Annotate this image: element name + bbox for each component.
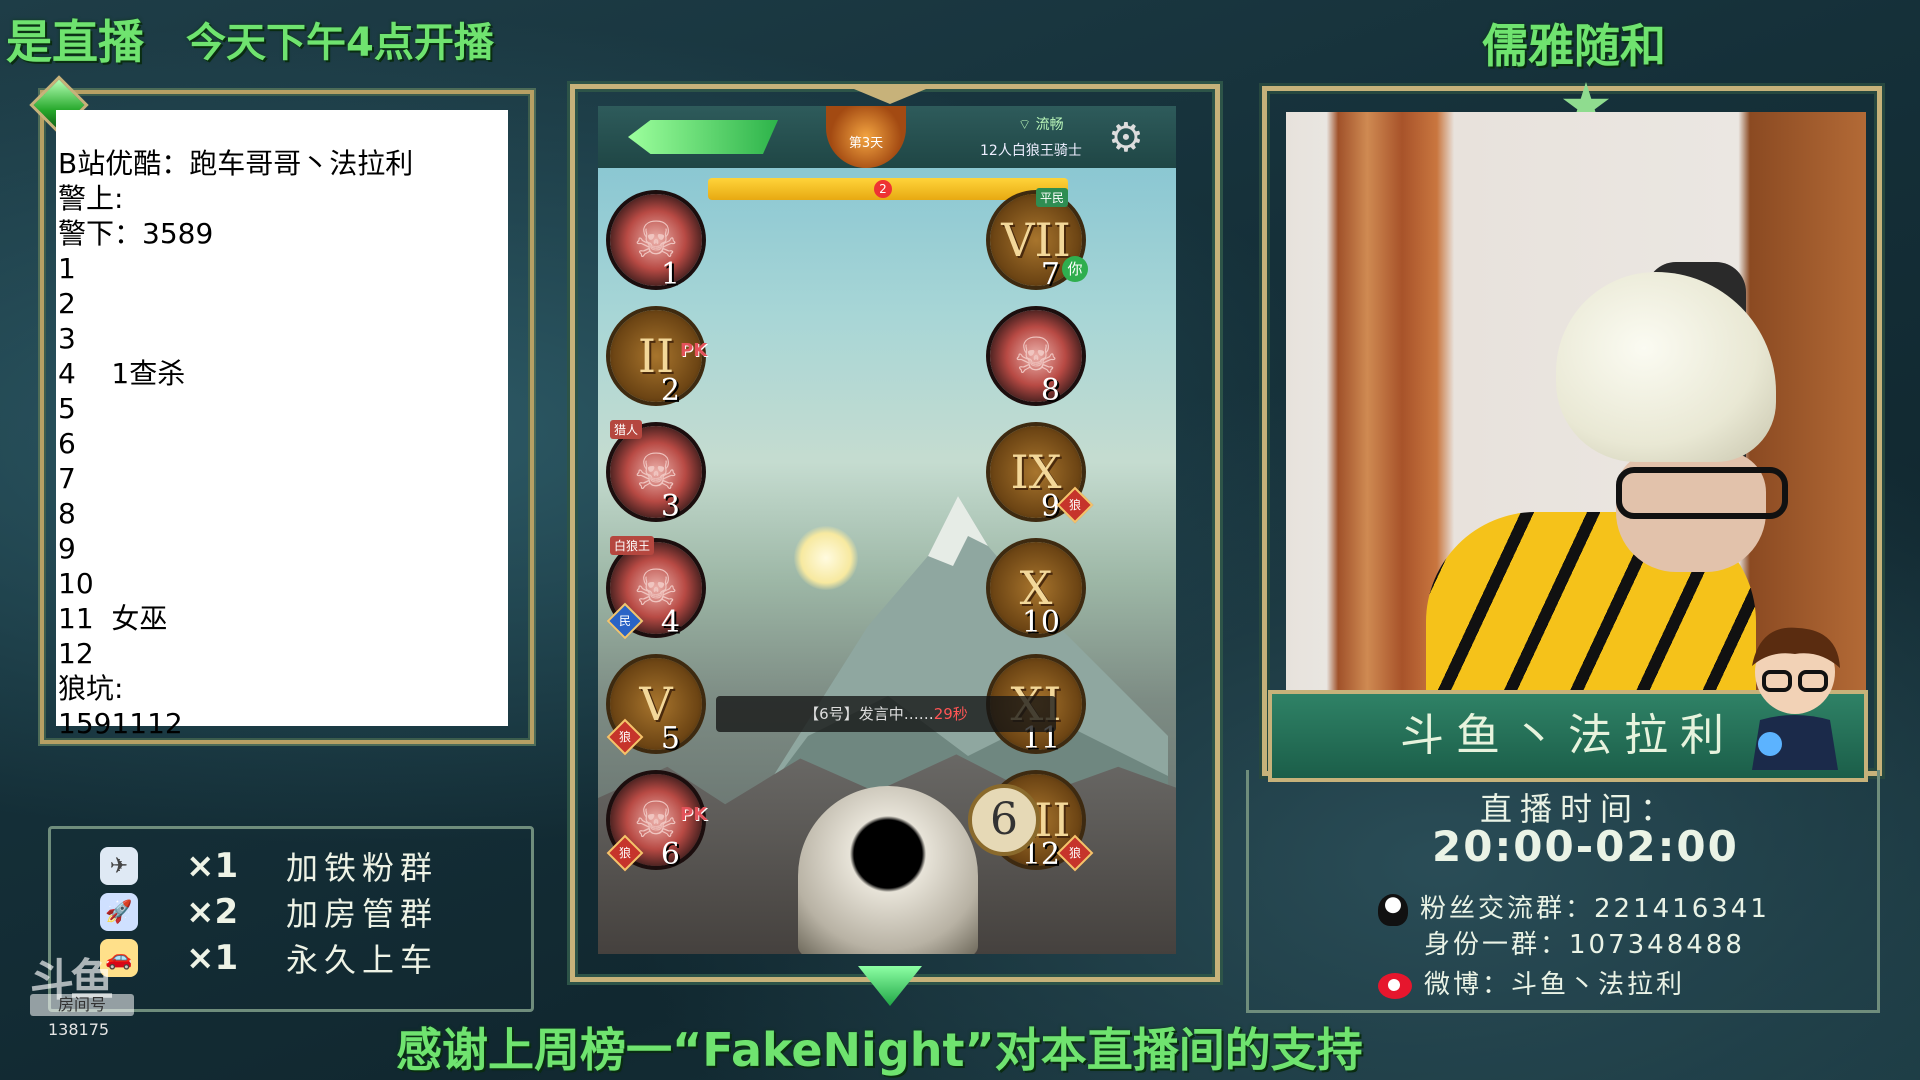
badge-text: 狼 <box>618 729 632 744</box>
notes-line: 8 <box>58 497 76 530</box>
player-seat-7[interactable]: VII 7 平民你 <box>990 188 1088 292</box>
qq-icon <box>1378 893 1408 926</box>
notes-line: 狼坑: <box>58 672 124 705</box>
notes-panel: B站优酷：跑车哥哥丶法拉利 警上: 警下：3589 1 2 3 4 1查杀 5 6 7 8 9 10 11… <box>56 110 508 740</box>
notes-line: 4 1查杀 <box>58 357 186 390</box>
status-gem-bar <box>628 120 778 154</box>
progress-marker: 2 <box>874 180 892 198</box>
gift-label: 永久上车 <box>286 941 439 979</box>
wifi-icon: ⌔ <box>1018 117 1032 133</box>
notes-line: 1591112 <box>58 707 183 740</box>
gear-icon[interactable]: ⚙ <box>1108 118 1148 158</box>
pk-badge: PK <box>680 804 708 825</box>
pk-badge: PK <box>680 340 708 361</box>
badge-text: 狼 <box>1068 497 1082 512</box>
schedule-text: 今天下午4点开播 <box>186 20 494 66</box>
seat-number: 5 <box>660 721 680 756</box>
seat-roman-numeral: VII <box>1001 213 1071 267</box>
seat-number: 6 <box>660 837 680 872</box>
player-seat-2[interactable]: II 2 PK <box>610 310 707 408</box>
notes-line: 10 <box>58 567 94 600</box>
weibo-text: 微博：斗鱼丶法拉利 <box>1424 970 1686 1000</box>
room-tag: 房间号 <box>30 994 134 1016</box>
notes-line: 1 <box>58 252 76 285</box>
role-tag: 平民 <box>1036 188 1069 207</box>
cartoon-avatar-icon <box>1752 627 1840 770</box>
id-group-row: 身份一群：107348488 <box>1424 924 1745 961</box>
player-seat-10[interactable]: X 10 <box>990 542 1082 640</box>
notes-line: 2 <box>58 287 76 320</box>
player-seat-9[interactable]: IX 9 狼 <box>990 426 1094 524</box>
gift-row: 🚀 ×2 加房管群 <box>100 890 438 934</box>
speaking-status-bar: 【6号】发言中……29秒 <box>716 696 1056 732</box>
notes-line: 警下：3589 <box>58 217 214 250</box>
weibo-icon <box>1378 972 1412 999</box>
player-seat-6[interactable]: ☠ 6 PK 狼 <box>606 774 707 872</box>
notes-line: B站优酷：跑车哥哥丶法拉利 <box>58 147 414 180</box>
fan-group-text: 粉丝交流群：221416341 <box>1420 894 1770 924</box>
notes-line: 6 <box>58 427 76 460</box>
player-seat-8[interactable]: ☠ 8 <box>990 310 1082 408</box>
id-group-text: 身份一群：107348488 <box>1424 930 1745 960</box>
seat-number: 3 <box>660 489 680 524</box>
seat-number: 1 <box>660 257 680 292</box>
webcam-view <box>1286 112 1866 690</box>
gift-label: 加房管群 <box>286 895 439 933</box>
hooded-figure-image <box>798 786 978 954</box>
gift-multiplier: ×2 <box>186 892 239 932</box>
thanks-banner: 感谢上周榜一“FakeNight”对本直播间的支持 <box>396 1023 1363 1077</box>
player-seat-4[interactable]: ☠ 4 白狼王民 <box>606 536 702 640</box>
gem-down-icon <box>858 966 922 1006</box>
seat-number: 8 <box>1040 373 1060 408</box>
rocket-icon: 🚀 <box>100 893 138 931</box>
player-seat-1[interactable]: ☠ 1 <box>610 194 702 292</box>
badge-text: 狼 <box>618 845 632 860</box>
gift-multiplier: ×1 <box>186 938 239 978</box>
notes-line: 9 <box>58 532 76 565</box>
seat-number: 4 <box>660 605 680 640</box>
seat-number: 10 <box>1021 605 1060 640</box>
role-tag: 猎人 <box>610 420 643 439</box>
room-number: 138175 <box>48 1020 110 1039</box>
fan-group-row: 粉丝交流群：221416341 <box>1378 888 1770 926</box>
stream-time: 20:00-02:00 <box>1432 822 1739 871</box>
seat-number: 7 <box>1040 257 1060 292</box>
seat-number: 2 <box>660 373 680 408</box>
notes-line: 7 <box>58 462 76 495</box>
hair-image <box>1556 272 1776 462</box>
gift-label: 加铁粉群 <box>286 849 439 887</box>
you-badge: 你 <box>1062 256 1088 282</box>
weibo-row: 微博：斗鱼丶法拉利 <box>1378 964 1685 1001</box>
role-tag: 白狼王 <box>610 536 655 555</box>
player-seat-5[interactable]: V5狼 <box>606 658 702 756</box>
streamer-image <box>1426 272 1788 690</box>
network-status-text: 流畅 <box>1035 117 1064 133</box>
badge-text: 民 <box>618 613 632 628</box>
network-status: ⌔ 流畅 <box>1018 114 1064 134</box>
game-mode-label: 12人白狼王骑士 <box>980 143 1082 159</box>
gift-multiplier: ×1 <box>186 846 239 886</box>
wolf-badge: 狼 <box>606 718 644 756</box>
gift-row: 🚗 ×1 永久上车 <box>100 936 438 980</box>
gift-row: ✈ ×1 加铁粉群 <box>100 844 438 888</box>
player-seat-3[interactable]: ☠ 3 猎人 <box>610 420 702 524</box>
game-screen[interactable]: 第3天 ⌔ 流畅 12人白狼王骑士 ⚙ 2 ☠ 1 II 2 PK ☠ 3 猎人 ☠ 4 白狼王民 V… <box>598 106 1176 954</box>
speech-prefix: 【6号】发言中…… <box>804 705 934 723</box>
airplane-icon: ✈ <box>100 847 138 885</box>
notes-line: 12 <box>58 637 94 670</box>
channel-title: 是直播 <box>6 15 144 69</box>
notes-line: 警上: <box>58 182 124 215</box>
notes-line: 5 <box>58 392 76 425</box>
current-speaker-bubble: 6 <box>968 784 1040 856</box>
glasses-image <box>1616 467 1788 519</box>
notes-line: 3 <box>58 322 76 355</box>
notes-line: 11 女巫 <box>58 602 168 635</box>
badge-text: 狼 <box>1068 845 1082 860</box>
speech-seconds: 29秒 <box>933 705 968 723</box>
streamer-slogan: 儒雅随和 <box>1482 19 1666 73</box>
